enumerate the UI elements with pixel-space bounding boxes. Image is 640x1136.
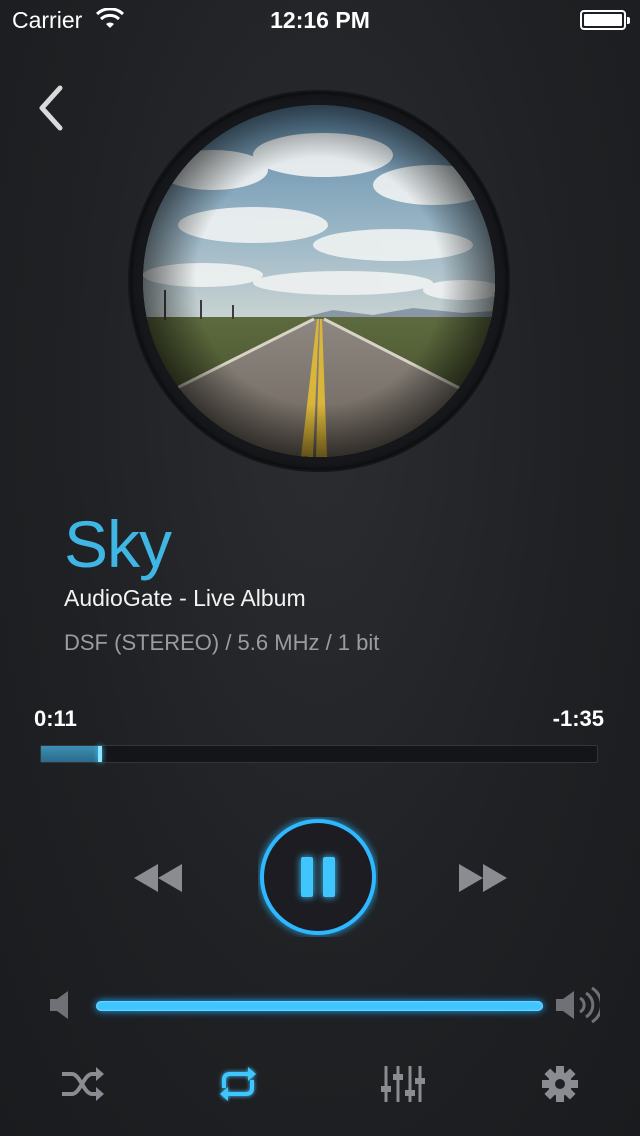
- gear-icon[interactable]: [536, 1062, 584, 1106]
- progress-bar[interactable]: [40, 745, 598, 763]
- album-art: [143, 105, 495, 457]
- repeat-icon[interactable]: [214, 1062, 262, 1106]
- fast-forward-icon[interactable]: [455, 860, 511, 896]
- status-bar: Carrier 12:16 PM: [0, 0, 640, 40]
- remaining-time: -1:35: [552, 706, 604, 731]
- pause-button[interactable]: [258, 817, 378, 937]
- progress-fill: [41, 746, 102, 762]
- chevron-left-icon[interactable]: [30, 80, 74, 136]
- track-subtitle: AudioGate - Live Album: [64, 585, 306, 611]
- volume-low-icon: [50, 991, 68, 1019]
- progress-thumb[interactable]: [98, 746, 102, 762]
- equalizer-icon[interactable]: [378, 1062, 426, 1106]
- shuffle-icon[interactable]: [58, 1062, 106, 1106]
- battery-icon: [580, 10, 630, 30]
- volume-slider[interactable]: [96, 1001, 543, 1011]
- rewind-icon[interactable]: [130, 860, 186, 896]
- elapsed-time: 0:11: [34, 706, 77, 731]
- volume-high-icon: [556, 986, 600, 1024]
- track-format: DSF (STEREO) / 5.6 MHz / 1 bit: [64, 630, 380, 655]
- status-time: 12:16 PM: [270, 7, 370, 33]
- track-title: Sky: [64, 507, 172, 581]
